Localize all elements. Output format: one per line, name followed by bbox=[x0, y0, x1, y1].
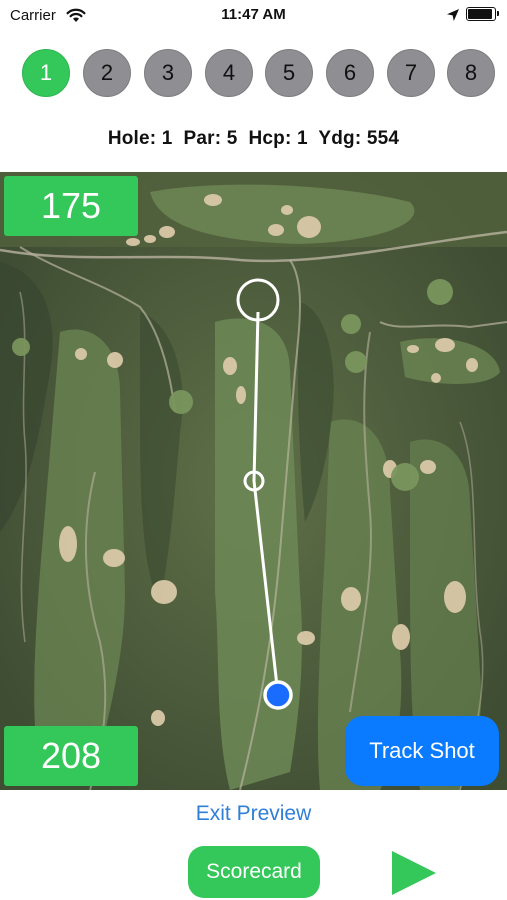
play-icon[interactable] bbox=[390, 849, 438, 897]
player-position-marker bbox=[263, 680, 293, 710]
hole-info: Hole: 1 Par: 5 Hcp: 1 Ydg: 554 bbox=[107, 128, 400, 149]
satellite-imagery bbox=[0, 172, 507, 790]
hole-selector: 1 2 3 4 5 6 7 8 bbox=[0, 49, 507, 99]
status-bar: Carrier 11:47 AM bbox=[0, 0, 507, 32]
course-map[interactable]: 175 208 Track Shot bbox=[0, 172, 507, 790]
clock: 11:47 AM bbox=[221, 6, 286, 23]
location-arrow-icon bbox=[447, 9, 459, 21]
hole-button-5[interactable]: 5 bbox=[265, 49, 313, 97]
hole-button-1[interactable]: 1 bbox=[22, 49, 70, 97]
hole-button-2[interactable]: 2 bbox=[83, 49, 131, 97]
hole-button-6[interactable]: 6 bbox=[326, 49, 374, 97]
scorecard-button[interactable]: Scorecard bbox=[188, 846, 320, 898]
hole-button-8[interactable]: 8 bbox=[447, 49, 495, 97]
distance-to-target: 175 bbox=[4, 176, 138, 236]
hole-button-7[interactable]: 7 bbox=[387, 49, 435, 97]
track-shot-button[interactable]: Track Shot bbox=[345, 716, 499, 786]
hole-button-3[interactable]: 3 bbox=[144, 49, 192, 97]
exit-preview-link[interactable]: Exit Preview bbox=[0, 802, 507, 826]
distance-to-pin: 208 bbox=[4, 726, 138, 786]
hole-button-4[interactable]: 4 bbox=[205, 49, 253, 97]
battery-icon bbox=[466, 7, 499, 21]
